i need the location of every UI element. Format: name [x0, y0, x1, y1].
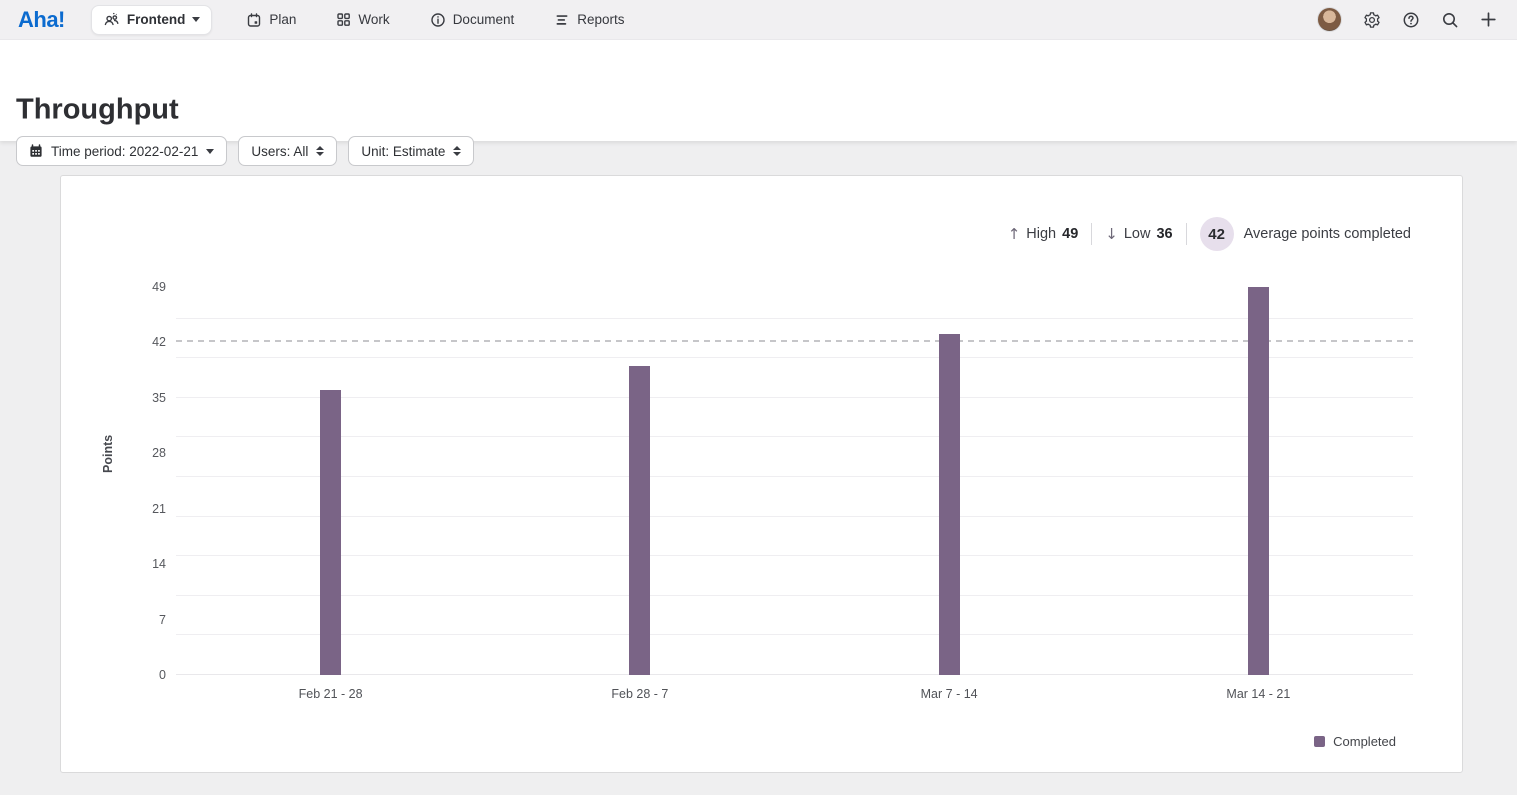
x-tick-label: Mar 7 - 14: [795, 687, 1104, 701]
nav-item-document[interactable]: Document: [430, 12, 515, 28]
gridline: [176, 318, 1413, 319]
gridline: [176, 357, 1413, 358]
nav-item-label: Plan: [269, 12, 296, 27]
bar-feb-21-28[interactable]: [320, 390, 341, 675]
nav-right-icons: [1317, 7, 1497, 32]
help-icon[interactable]: [1402, 11, 1420, 29]
x-tick-label: Feb 28 - 7: [485, 687, 794, 701]
chevron-down-icon: [206, 149, 214, 154]
gridline: [176, 476, 1413, 477]
chevron-down-icon: [192, 17, 200, 22]
plus-icon[interactable]: [1480, 11, 1497, 28]
report-lines-icon: [554, 12, 570, 28]
gridline: [176, 397, 1413, 398]
y-tick-label: 28: [152, 445, 166, 461]
nav-item-label: Reports: [577, 12, 624, 27]
legend-label: Completed: [1333, 734, 1396, 749]
x-tick-label: Mar 14 - 21: [1104, 687, 1413, 701]
arrow-down-icon: ↓: [1105, 225, 1118, 243]
legend-item-completed[interactable]: Completed: [1314, 734, 1396, 749]
x-axis-labels: Feb 21 - 28Feb 28 - 7Mar 7 - 14Mar 14 - …: [176, 681, 1413, 701]
page-header: Throughput Time period: 2022-02-21 Users…: [0, 40, 1517, 141]
low-value: 36: [1156, 226, 1172, 242]
users-filter-label: Users: All: [251, 144, 308, 159]
x-tick-label: Feb 21 - 28: [176, 687, 485, 701]
page-title: Throughput: [16, 94, 179, 127]
nav-menu: Plan Work Document: [246, 12, 624, 28]
nav-item-work[interactable]: Work: [336, 12, 389, 27]
user-avatar[interactable]: [1317, 7, 1342, 32]
y-tick-label: 21: [152, 501, 166, 517]
nav-item-plan[interactable]: Plan: [246, 12, 296, 28]
unit-filter[interactable]: Unit: Estimate: [348, 136, 474, 166]
up-down-icon: [316, 146, 324, 156]
average-label: Average points completed: [1244, 226, 1411, 242]
nav-item-label: Work: [358, 12, 389, 27]
gridline: [176, 555, 1413, 556]
bar-mar-7-14[interactable]: [939, 334, 960, 675]
low-stat: ↓ Low 36: [1105, 225, 1172, 243]
aha-logo[interactable]: Aha!: [18, 7, 65, 33]
up-down-icon: [453, 146, 461, 156]
y-axis-labels: 07142128354249: [61, 271, 166, 675]
high-stat: ↑ High 49: [1008, 225, 1079, 243]
bar-mar-14-21[interactable]: [1248, 287, 1269, 675]
content-area: ↑ High 49 ↓ Low 36 42 Average points com…: [0, 141, 1517, 795]
nav-item-reports[interactable]: Reports: [554, 12, 624, 28]
average-badge: 42: [1200, 217, 1234, 251]
users-icon: [103, 11, 120, 28]
y-tick-label: 35: [152, 390, 166, 406]
y-tick-label: 42: [152, 334, 166, 350]
nav-item-label: Document: [453, 12, 515, 27]
gear-icon[interactable]: [1363, 11, 1381, 29]
average-line: [176, 340, 1413, 342]
calendar-icon: [29, 144, 43, 158]
y-tick-label: 49: [152, 279, 166, 295]
gridline: [176, 516, 1413, 517]
high-label: High: [1026, 226, 1056, 242]
arrow-up-icon: ↑: [1008, 225, 1021, 243]
y-tick-label: 7: [159, 612, 166, 628]
calendar-icon: [246, 12, 262, 28]
search-icon[interactable]: [1441, 11, 1459, 29]
divider: [1186, 223, 1187, 245]
legend-swatch: [1314, 736, 1325, 747]
high-value: 49: [1062, 226, 1078, 242]
top-navbar: Aha! Frontend Plan: [0, 0, 1517, 40]
gridline: [176, 436, 1413, 437]
plot-area: [176, 271, 1413, 675]
gridline: [176, 634, 1413, 635]
average-stat: 42 Average points completed: [1200, 217, 1411, 251]
chart-stats: ↑ High 49 ↓ Low 36 42 Average points com…: [1008, 217, 1411, 251]
workspace-selector[interactable]: Frontend: [91, 5, 213, 35]
bar-feb-28-7[interactable]: [629, 366, 650, 675]
filter-bar: Time period: 2022-02-21 Users: All Unit:…: [16, 136, 474, 166]
time-period-filter-label: Time period: 2022-02-21: [51, 144, 198, 159]
unit-filter-label: Unit: Estimate: [361, 144, 445, 159]
info-icon: [430, 12, 446, 28]
gridline: [176, 674, 1413, 675]
workspace-name: Frontend: [127, 12, 186, 27]
y-tick-label: 0: [159, 667, 166, 683]
users-filter[interactable]: Users: All: [238, 136, 337, 166]
low-label: Low: [1124, 226, 1151, 242]
time-period-filter[interactable]: Time period: 2022-02-21: [16, 136, 227, 166]
chart-card: ↑ High 49 ↓ Low 36 42 Average points com…: [60, 175, 1463, 773]
y-tick-label: 14: [152, 556, 166, 572]
grid-icon: [336, 12, 351, 27]
divider: [1091, 223, 1092, 245]
gridline: [176, 595, 1413, 596]
